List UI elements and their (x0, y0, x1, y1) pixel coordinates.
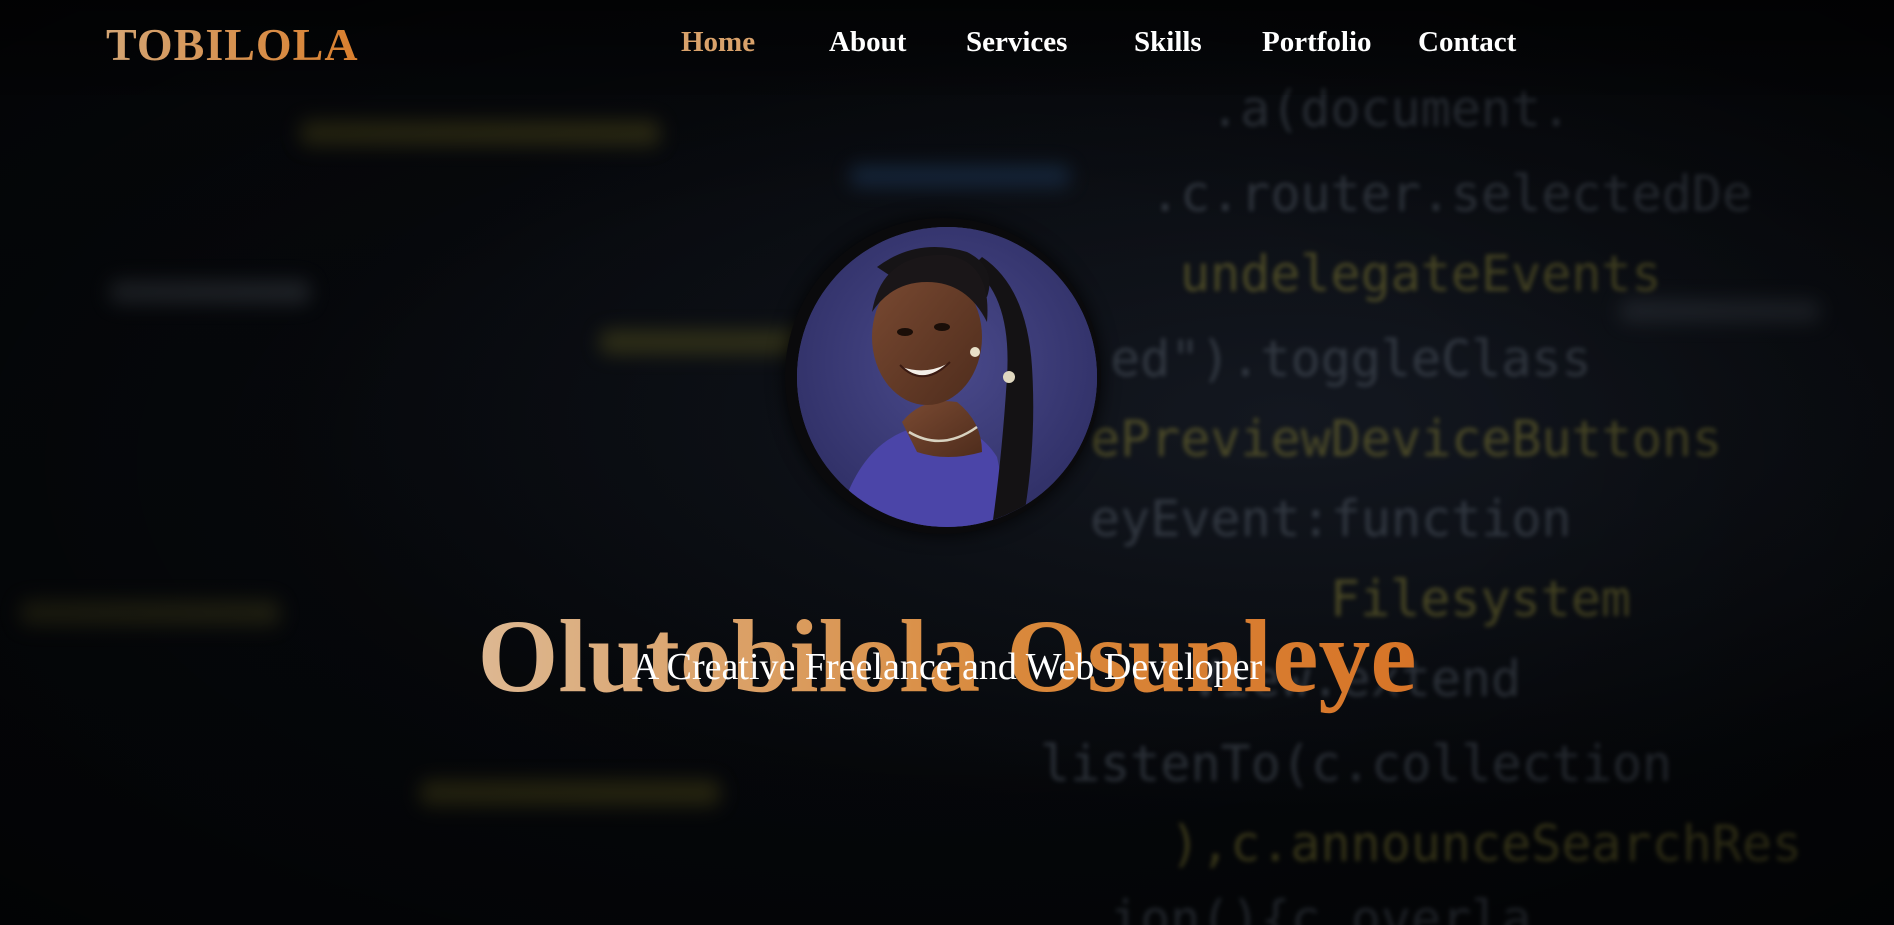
profile-photo-icon (797, 227, 1097, 527)
nav-portfolio[interactable]: Portfolio (1262, 26, 1372, 59)
code-line: ed").toggleClass (1110, 330, 1592, 388)
code-line: eyEvent:function (1090, 490, 1572, 548)
code-line: ),c.announceSearchRes (1170, 815, 1803, 873)
avatar (797, 227, 1097, 527)
nav-home[interactable]: Home (681, 26, 755, 59)
nav-services[interactable]: Services (966, 26, 1067, 59)
navbar: TOBILOLA Home About Services Skills Port… (0, 0, 1894, 95)
hero-tagline: A Creative Freelance and Web Developer (631, 646, 1263, 688)
code-line: undelegateEvents (1180, 245, 1662, 303)
main-nav: Home About Services Skills Portfolio Con… (0, 26, 1894, 66)
code-line: .c.router.selectedDe (1150, 165, 1753, 223)
page: .a(document. .c.router.selectedDe undele… (0, 0, 1894, 925)
nav-contact[interactable]: Contact (1418, 26, 1516, 59)
code-line: listenTo(c.collection (1040, 735, 1673, 793)
code-line: ion(){c.overla (1110, 890, 1532, 925)
nav-skills[interactable]: Skills (1134, 26, 1202, 59)
code-line: ePreviewDeviceButtons (1090, 410, 1723, 468)
nav-about[interactable]: About (829, 26, 906, 59)
